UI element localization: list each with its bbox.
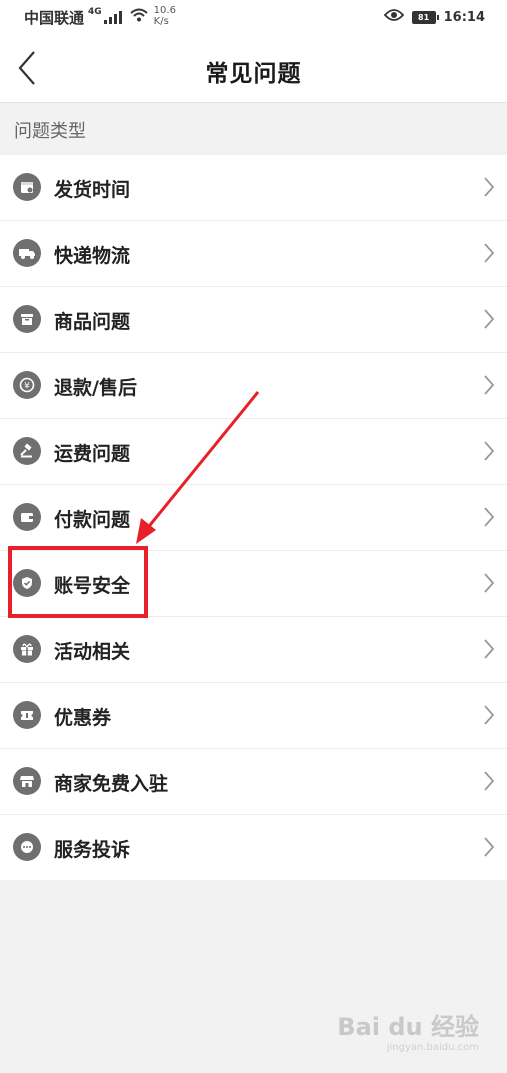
faq-item-merchant-join[interactable]: 商家免费入驻: [0, 749, 507, 815]
wallet-icon: [13, 503, 41, 531]
faq-item-label: 商家免费入驻: [54, 773, 169, 795]
chevron-right-icon: [484, 507, 495, 527]
watermark: Bai du 经验 jingyan.baidu.com: [337, 1007, 479, 1053]
faq-item-complaints[interactable]: 服务投诉: [0, 815, 507, 880]
watermark-sub: jingyan.baidu.com: [386, 1042, 479, 1053]
carrier-name: 中国联通: [24, 8, 85, 27]
faq-item-label: 活动相关: [54, 641, 131, 663]
faq-item-shipping-fee[interactable]: 运费问题: [0, 419, 507, 485]
chevron-right-icon: [484, 771, 495, 791]
chevron-right-icon: [484, 837, 495, 857]
chevron-right-icon: [484, 573, 495, 593]
faq-item-events[interactable]: 活动相关: [0, 617, 507, 683]
faq-item-label: 快递物流: [54, 245, 131, 267]
calendar-icon: [13, 173, 41, 201]
faq-item-label: 优惠券: [54, 707, 112, 729]
speed-unit: K/s: [153, 16, 169, 27]
faq-item-logistics[interactable]: 快递物流: [0, 221, 507, 287]
watermark-main: Bai du 经验: [337, 1013, 479, 1041]
faq-item-label: 退款/售后: [54, 377, 137, 399]
chevron-right-icon: [484, 441, 495, 461]
page-title: 常见问题: [205, 61, 302, 87]
chevron-right-icon: [484, 177, 495, 197]
chevron-right-icon: [484, 705, 495, 725]
chat-icon: [13, 833, 41, 861]
network-type: 4G: [88, 7, 102, 17]
faq-item-label: 发货时间: [54, 179, 131, 201]
svg-text:¥: ¥: [24, 382, 30, 392]
gavel-icon: [13, 437, 41, 465]
status-left: 中国联通 4G 10.6 K/s: [24, 5, 176, 28]
faq-item-label: 商品问题: [54, 311, 131, 333]
faq-item-label: 服务投诉: [54, 839, 131, 861]
status-bar: 中国联通 4G 10.6 K/s 81 16:14: [0, 0, 507, 34]
chevron-right-icon: [484, 639, 495, 659]
faq-item-refund[interactable]: ¥ 退款/售后: [0, 353, 507, 419]
section-title: 问题类型: [14, 121, 86, 142]
box-icon: [13, 305, 41, 333]
nav-bar: 常见问题: [0, 34, 507, 103]
faq-item-coupons[interactable]: 优惠券: [0, 683, 507, 749]
signal-icon: [103, 10, 122, 24]
highlight-box: [8, 546, 148, 618]
network-speed: 10.6 K/s: [154, 5, 176, 27]
section-header: 问题类型: [0, 103, 507, 155]
store-icon: [13, 767, 41, 795]
coupon-icon: [13, 701, 41, 729]
refund-yen-icon: ¥: [13, 371, 41, 399]
faq-category-list: 发货时间 快递物流 商品问题 ¥ 退款/售后 运费问题 付款问题 账号安全 活动…: [0, 155, 507, 880]
faq-item-label: 运费问题: [54, 443, 131, 465]
truck-icon: [13, 239, 41, 267]
chevron-right-icon: [484, 243, 495, 263]
chevron-right-icon: [484, 375, 495, 395]
clock: 16:14: [443, 9, 485, 25]
wifi-icon: [130, 8, 148, 26]
speed-value: 10.6: [153, 5, 176, 16]
chevron-right-icon: [484, 309, 495, 329]
status-right: 81 16:14: [383, 8, 485, 26]
faq-item-shipping-time[interactable]: 发货时间: [0, 155, 507, 221]
gift-icon: [13, 635, 41, 663]
eye-comfort-icon: [383, 8, 404, 26]
faq-item-label: 付款问题: [54, 509, 131, 531]
faq-item-payment[interactable]: 付款问题: [0, 485, 507, 551]
battery-icon: 81: [411, 10, 439, 24]
faq-item-product[interactable]: 商品问题: [0, 287, 507, 353]
